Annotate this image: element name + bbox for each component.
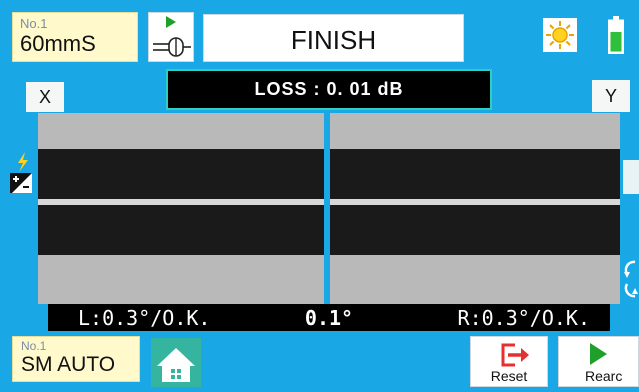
status-display: FINISH bbox=[203, 14, 464, 62]
program-selector[interactable]: No.1 60mmS bbox=[12, 12, 138, 62]
brightness-button[interactable] bbox=[543, 18, 577, 52]
left-fiber-upper bbox=[38, 149, 324, 199]
splice-center-line bbox=[324, 113, 330, 304]
right-angle: R:0.3°/O.K. bbox=[457, 306, 590, 330]
angle-readout-bar: L:0.3°/O.K. 0.1° R:0.3°/O.K. bbox=[48, 304, 610, 331]
rearc-button[interactable]: Rearc bbox=[558, 336, 639, 387]
battery-indicator bbox=[608, 16, 624, 54]
right-side-tab-upper[interactable] bbox=[623, 160, 639, 194]
fiber-connector-icon bbox=[153, 16, 191, 57]
status-title: FINISH bbox=[290, 25, 377, 55]
left-fiber-lower bbox=[38, 205, 324, 255]
reset-button[interactable]: Reset bbox=[470, 336, 548, 387]
arc-adjust-button[interactable] bbox=[10, 152, 34, 196]
sun-icon bbox=[546, 21, 574, 49]
mode-name: SM AUTO bbox=[21, 353, 116, 376]
fiber-start-button[interactable] bbox=[148, 12, 194, 62]
loss-value: LOSS : 0. 01 dB bbox=[254, 79, 404, 99]
right-side-tab-lower[interactable] bbox=[623, 256, 639, 300]
program-name: 60mmS bbox=[20, 31, 96, 56]
home-icon bbox=[157, 348, 195, 382]
camera-y-label: Y bbox=[592, 80, 630, 112]
mode-number: No.1 bbox=[21, 339, 47, 353]
battery-icon bbox=[608, 16, 624, 54]
reset-label: Reset bbox=[490, 368, 528, 384]
loss-display: LOSS : 0. 01 dB bbox=[166, 69, 492, 110]
rotate-arrows-icon bbox=[624, 260, 638, 298]
program-number: No.1 bbox=[20, 16, 48, 31]
fiber-camera-view bbox=[38, 113, 620, 304]
right-fiber-lower bbox=[330, 205, 620, 255]
right-fiber-upper bbox=[330, 149, 620, 199]
home-button[interactable] bbox=[151, 338, 201, 387]
camera-x-label: X bbox=[26, 82, 64, 112]
lightning-plusminus-icon bbox=[10, 152, 32, 193]
rearc-label: Rearc bbox=[585, 368, 623, 384]
exit-arrow-icon bbox=[501, 343, 529, 367]
splice-mode-selector[interactable]: No.1 SM AUTO bbox=[12, 336, 140, 382]
